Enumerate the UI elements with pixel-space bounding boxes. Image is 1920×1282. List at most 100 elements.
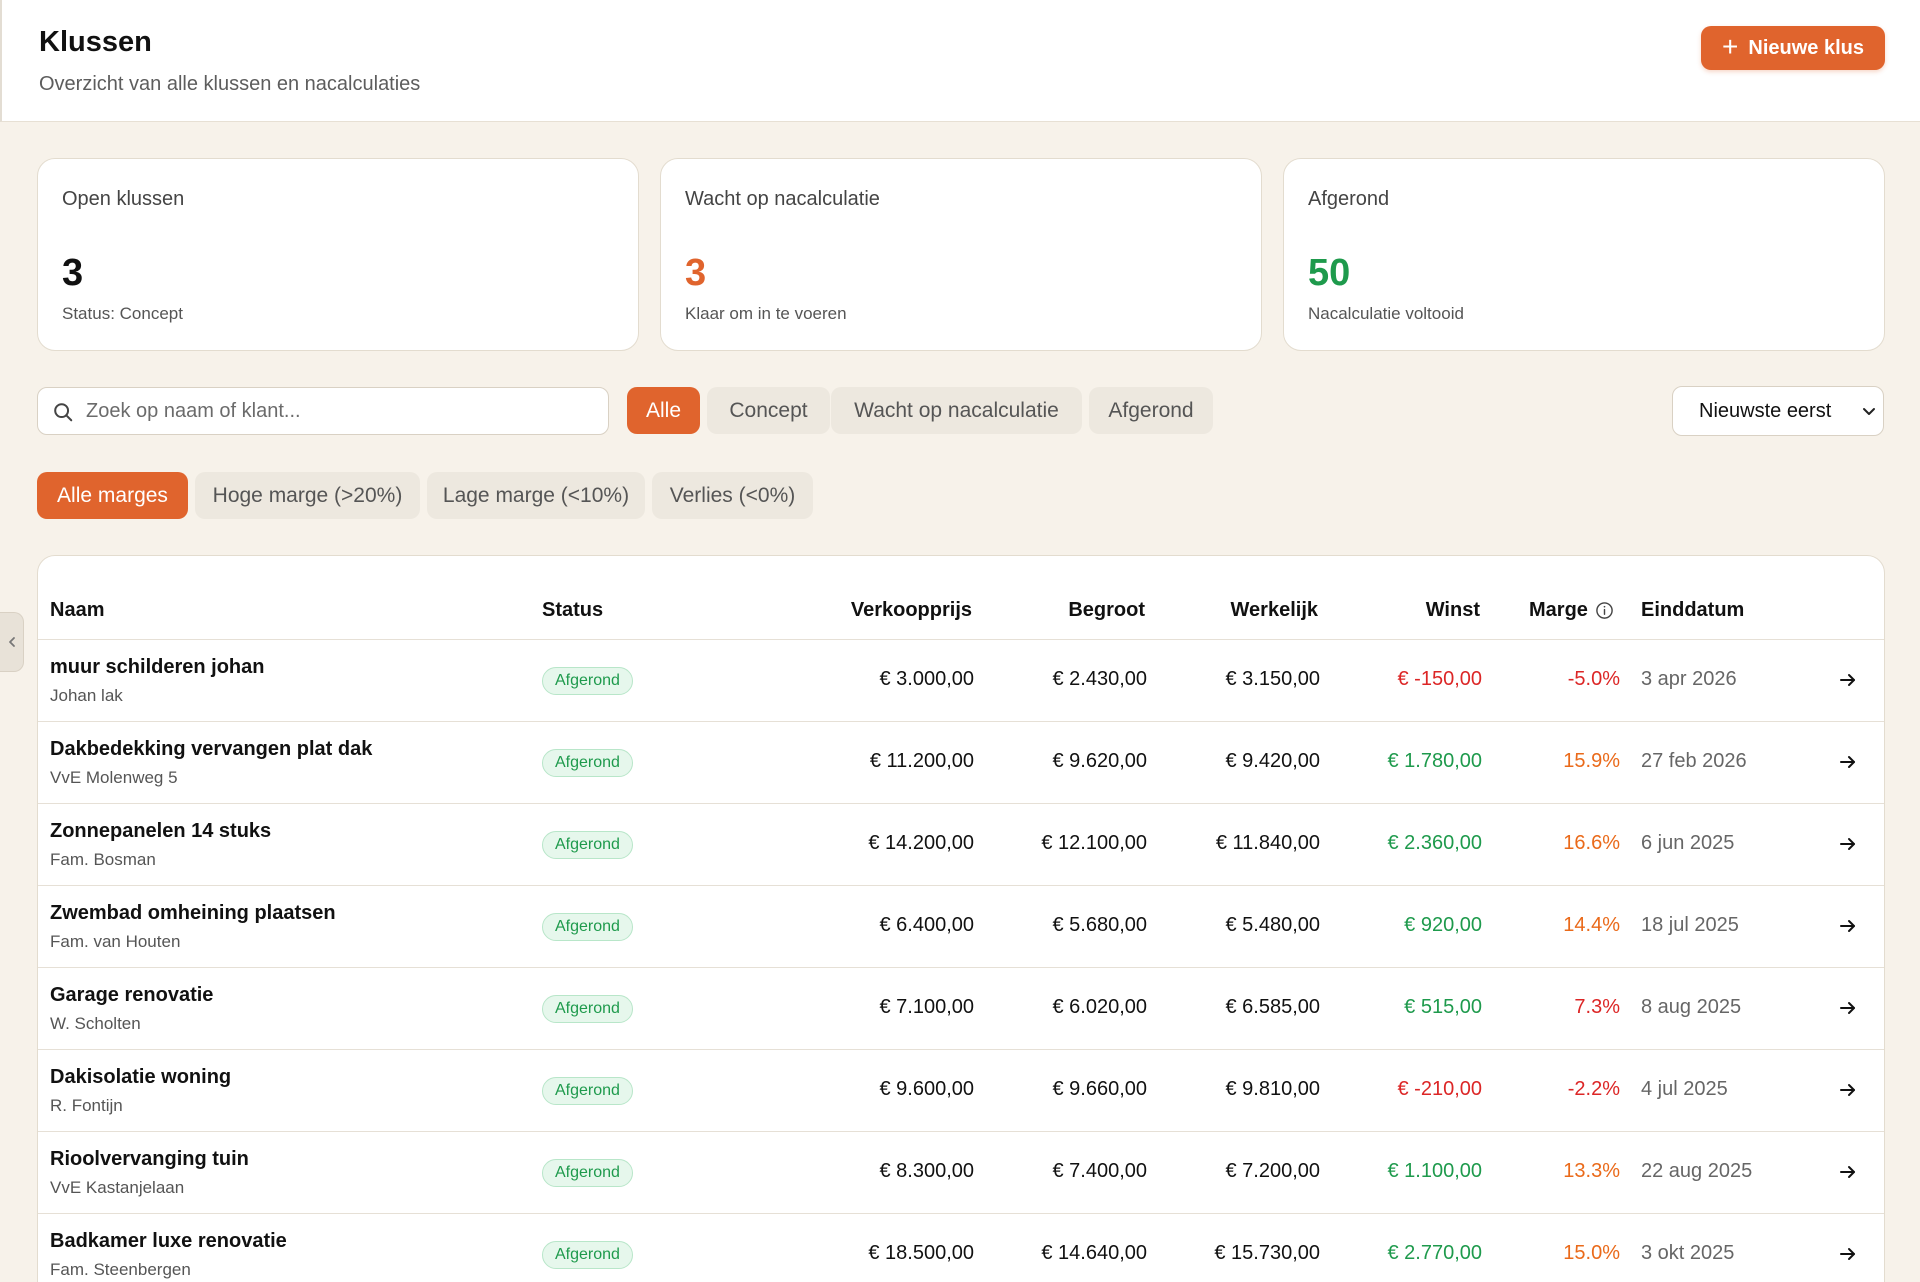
table-row[interactable]: Zonnepanelen 14 stuks Fam. Bosman Afgero… bbox=[38, 804, 1884, 886]
stat-card-label: Wacht op nacalculatie bbox=[685, 188, 880, 210]
table-row[interactable]: Dakisolatie woning R. Fontijn Afgerond €… bbox=[38, 1050, 1884, 1132]
cell-end-date: 8 aug 2025 bbox=[1641, 996, 1742, 1018]
table-row[interactable]: Zwembad omheining plaatsen Fam. van Hout… bbox=[38, 886, 1884, 968]
column-header-status[interactable]: Status bbox=[542, 599, 603, 622]
cell-margin: 16.6% bbox=[1563, 832, 1620, 854]
job-name: Dakbedekking vervangen plat dak bbox=[50, 738, 373, 760]
status-badge: Afgerond bbox=[542, 749, 633, 777]
status-badge: Afgerond bbox=[542, 995, 633, 1023]
stat-card-label: Open klussen bbox=[62, 188, 185, 210]
cell-budget: € 7.400,00 bbox=[1052, 1160, 1147, 1182]
cell-end-date: 3 apr 2026 bbox=[1641, 668, 1737, 690]
cell-margin: 7.3% bbox=[1574, 996, 1620, 1018]
cell-actual: € 3.150,00 bbox=[1225, 668, 1320, 690]
stat-card-awaiting: Wacht op nacalculatie 3 Klaar om in te v… bbox=[660, 158, 1262, 351]
cell-sale: € 11.200,00 bbox=[869, 750, 974, 772]
filter-status-concept[interactable]: Concept bbox=[707, 387, 830, 434]
filter-status-completed[interactable]: Afgerond bbox=[1089, 387, 1213, 434]
cell-end-date: 4 jul 2025 bbox=[1641, 1078, 1728, 1100]
column-header-margin[interactable]: Marge bbox=[1529, 599, 1614, 622]
arrow-right-icon[interactable] bbox=[1838, 998, 1858, 1018]
filter-status-all[interactable]: Alle bbox=[627, 387, 700, 434]
page-header: Klussen Overzicht van alle klussen en na… bbox=[0, 0, 1920, 122]
arrow-right-icon[interactable] bbox=[1838, 670, 1858, 690]
arrow-right-icon[interactable] bbox=[1838, 834, 1858, 854]
cell-budget: € 5.680,00 bbox=[1052, 914, 1147, 936]
column-header-profit[interactable]: Winst bbox=[1426, 599, 1480, 622]
arrow-right-icon[interactable] bbox=[1838, 1162, 1858, 1182]
table-row[interactable]: muur schilderen johan Johan lak Afgerond… bbox=[38, 640, 1884, 722]
table-row[interactable]: Rioolvervanging tuin VvE Kastanjelaan Af… bbox=[38, 1132, 1884, 1214]
cell-sale: € 3.000,00 bbox=[879, 668, 974, 690]
column-header-actual[interactable]: Werkelijk bbox=[1231, 599, 1318, 622]
cell-budget: € 2.430,00 bbox=[1052, 668, 1147, 690]
cell-profit: € -150,00 bbox=[1397, 668, 1482, 690]
cell-margin: 14.4% bbox=[1563, 914, 1620, 936]
job-name: muur schilderen johan bbox=[50, 656, 265, 678]
cell-margin: 15.0% bbox=[1563, 1242, 1620, 1264]
info-icon[interactable] bbox=[1595, 601, 1614, 620]
column-header-sale[interactable]: Verkoopprijs bbox=[851, 599, 972, 622]
search-box[interactable] bbox=[37, 387, 609, 435]
stat-card-completed: Afgerond 50 Nacalculatie voltooid bbox=[1283, 158, 1885, 351]
filter-status-awaiting[interactable]: Wacht op nacalculatie bbox=[831, 387, 1082, 434]
cell-actual: € 11.840,00 bbox=[1215, 832, 1320, 854]
cell-profit: € 2.360,00 bbox=[1387, 832, 1482, 854]
job-name: Badkamer luxe renovatie bbox=[50, 1230, 287, 1252]
cell-sale: € 8.300,00 bbox=[879, 1160, 974, 1182]
cell-profit: € -210,00 bbox=[1397, 1078, 1482, 1100]
column-header-name[interactable]: Naam bbox=[50, 599, 104, 622]
cell-profit: € 920,00 bbox=[1404, 914, 1482, 936]
cell-sale: € 18.500,00 bbox=[868, 1242, 974, 1264]
cell-margin: 13.3% bbox=[1563, 1160, 1620, 1182]
filter-margin-high[interactable]: Hoge marge (>20%) bbox=[195, 472, 420, 519]
arrow-right-icon[interactable] bbox=[1838, 916, 1858, 936]
search-input[interactable] bbox=[86, 388, 596, 434]
cell-margin: 15.9% bbox=[1563, 750, 1620, 772]
new-job-button[interactable]: + Nieuwe klus bbox=[1701, 26, 1885, 70]
stat-card-sub: Klaar om in te voeren bbox=[685, 304, 847, 323]
table-row[interactable]: Badkamer luxe renovatie Fam. Steenbergen… bbox=[38, 1214, 1884, 1282]
jobs-table: Naam Status Verkoopprijs Begroot Werkeli… bbox=[37, 555, 1885, 1282]
cell-end-date: 3 okt 2025 bbox=[1641, 1242, 1735, 1264]
column-header-margin-label: Marge bbox=[1529, 599, 1588, 621]
chevron-down-icon bbox=[1863, 408, 1875, 415]
filter-margin-all[interactable]: Alle marges bbox=[37, 472, 188, 519]
sort-select[interactable]: Nieuwste eerst bbox=[1672, 386, 1884, 436]
status-badge: Afgerond bbox=[542, 667, 633, 695]
cell-sale: € 9.600,00 bbox=[879, 1078, 974, 1100]
status-badge: Afgerond bbox=[542, 831, 633, 859]
stat-card-value: 3 bbox=[685, 252, 707, 294]
cell-profit: € 1.780,00 bbox=[1387, 750, 1482, 772]
filter-margin-low[interactable]: Lage marge (<10%) bbox=[427, 472, 645, 519]
stat-card-sub: Nacalculatie voltooid bbox=[1308, 304, 1464, 323]
stat-card-value: 50 bbox=[1308, 252, 1351, 294]
job-name: Dakisolatie woning bbox=[50, 1066, 232, 1088]
column-header-budget[interactable]: Begroot bbox=[1068, 599, 1145, 622]
column-header-end[interactable]: Einddatum bbox=[1641, 599, 1744, 622]
cell-profit: € 1.100,00 bbox=[1387, 1160, 1482, 1182]
job-client: VvE Kastanjelaan bbox=[50, 1178, 185, 1197]
arrow-right-icon[interactable] bbox=[1838, 752, 1858, 772]
cell-budget: € 9.620,00 bbox=[1052, 750, 1147, 772]
job-name: Rioolvervanging tuin bbox=[50, 1148, 249, 1170]
filter-margin-loss[interactable]: Verlies (<0%) bbox=[652, 472, 813, 519]
job-name: Zwembad omheining plaatsen bbox=[50, 902, 336, 924]
cell-actual: € 15.730,00 bbox=[1214, 1242, 1320, 1264]
sidebar-toggle[interactable] bbox=[0, 612, 24, 672]
new-job-button-label: Nieuwe klus bbox=[1748, 36, 1864, 59]
table-row[interactable]: Dakbedekking vervangen plat dak VvE Mole… bbox=[38, 722, 1884, 804]
job-client: Johan lak bbox=[50, 686, 123, 705]
cell-sale: € 6.400,00 bbox=[879, 914, 974, 936]
job-name: Zonnepanelen 14 stuks bbox=[50, 820, 272, 842]
arrow-right-icon[interactable] bbox=[1838, 1244, 1858, 1264]
stat-card-open: Open klussen 3 Status: Concept bbox=[37, 158, 639, 351]
status-badge: Afgerond bbox=[542, 913, 633, 941]
cell-profit: € 2.770,00 bbox=[1387, 1242, 1482, 1264]
table-row[interactable]: Garage renovatie W. Scholten Afgerond € … bbox=[38, 968, 1884, 1050]
status-badge: Afgerond bbox=[542, 1241, 633, 1269]
chevron-left-icon bbox=[8, 637, 15, 647]
cell-sale: € 14.200,00 bbox=[868, 832, 974, 854]
arrow-right-icon[interactable] bbox=[1838, 1080, 1858, 1100]
job-client: W. Scholten bbox=[50, 1014, 141, 1033]
